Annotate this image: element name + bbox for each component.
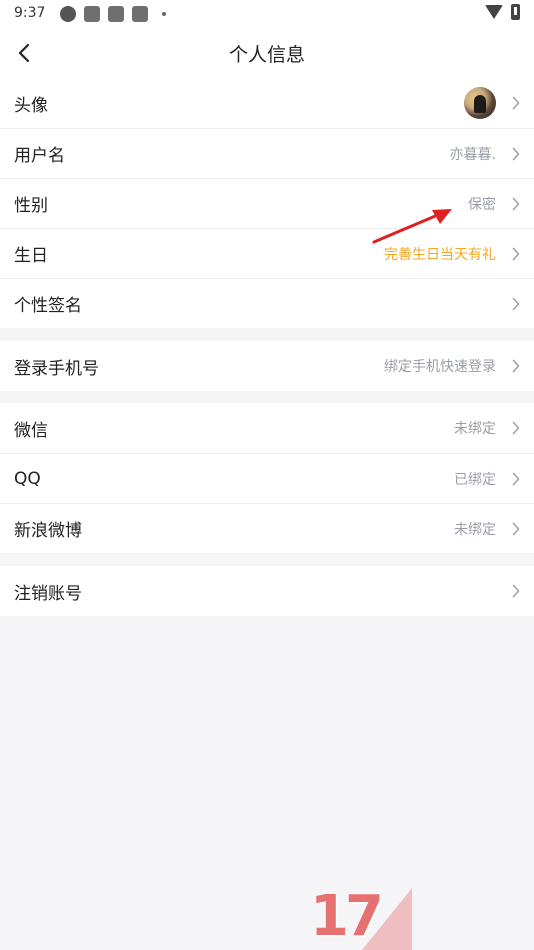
row-avatar[interactable]: 头像 — [0, 78, 534, 128]
row-label: 生日 — [14, 246, 48, 266]
row-delete-account[interactable]: 注销账号 — [0, 566, 534, 616]
row-username[interactable]: 用户名 亦暮暮. — [0, 128, 534, 178]
row-value: 未绑定 — [454, 421, 496, 437]
row-value: 绑定手机快速登录 — [384, 359, 496, 375]
battery-icon — [511, 4, 520, 20]
profile-group: 头像 用户名 亦暮暮. 性别 保密 生日 完善生日当天有礼 个性签名 — [0, 78, 534, 328]
status-time: 9:37 — [14, 5, 46, 21]
notification-icon — [108, 6, 124, 22]
row-label: 登录手机号 — [14, 358, 99, 379]
row-value: 未绑定 — [454, 521, 496, 538]
app-icon — [60, 6, 76, 22]
row-weibo[interactable]: 新浪微博 未绑定 — [0, 503, 534, 553]
chevron-right-icon — [512, 584, 520, 598]
row-label: QQ — [14, 468, 41, 489]
row-qq[interactable]: QQ 已绑定 — [0, 453, 534, 503]
chevron-right-icon — [512, 359, 520, 373]
wifi-icon — [485, 5, 503, 19]
watermark-logo: 17 — [310, 884, 430, 950]
status-bar: 9:37 — [0, 0, 534, 28]
row-value: 保密 — [468, 196, 496, 213]
header: 个人信息 — [0, 28, 534, 78]
avatar — [464, 87, 496, 119]
row-label: 头像 — [14, 95, 48, 116]
chevron-right-icon — [512, 297, 520, 311]
chevron-right-icon — [512, 522, 520, 536]
annotation-arrow-icon — [372, 209, 452, 244]
row-label: 新浪微博 — [14, 521, 82, 541]
row-label: 注销账号 — [14, 583, 82, 604]
row-value: 已绑定 — [454, 471, 496, 488]
more-notifications-dot — [162, 12, 166, 16]
chevron-right-icon — [512, 472, 520, 486]
watermark-text: 17 — [310, 884, 384, 949]
notification-icon — [84, 6, 100, 22]
social-binding-group: 微信 未绑定 QQ 已绑定 新浪微博 未绑定 — [0, 403, 534, 553]
row-value: 亦暮暮. — [449, 146, 496, 163]
chevron-right-icon — [512, 96, 520, 110]
chevron-right-icon — [512, 421, 520, 435]
page-title: 个人信息 — [228, 44, 305, 66]
account-group: 注销账号 — [0, 566, 534, 616]
status-right — [485, 4, 520, 20]
notification-icon — [132, 6, 148, 22]
row-phone[interactable]: 登录手机号 绑定手机快速登录 — [0, 341, 534, 391]
chevron-right-icon — [512, 147, 520, 161]
phone-group: 登录手机号 绑定手机快速登录 — [0, 341, 534, 391]
chevron-right-icon — [512, 247, 520, 261]
row-wechat[interactable]: 微信 未绑定 — [0, 403, 534, 453]
row-signature[interactable]: 个性签名 — [0, 278, 534, 328]
row-label: 用户名 — [14, 146, 65, 166]
chevron-right-icon — [512, 197, 520, 211]
row-label: 个性签名 — [14, 296, 82, 316]
row-label: 微信 — [14, 420, 48, 441]
